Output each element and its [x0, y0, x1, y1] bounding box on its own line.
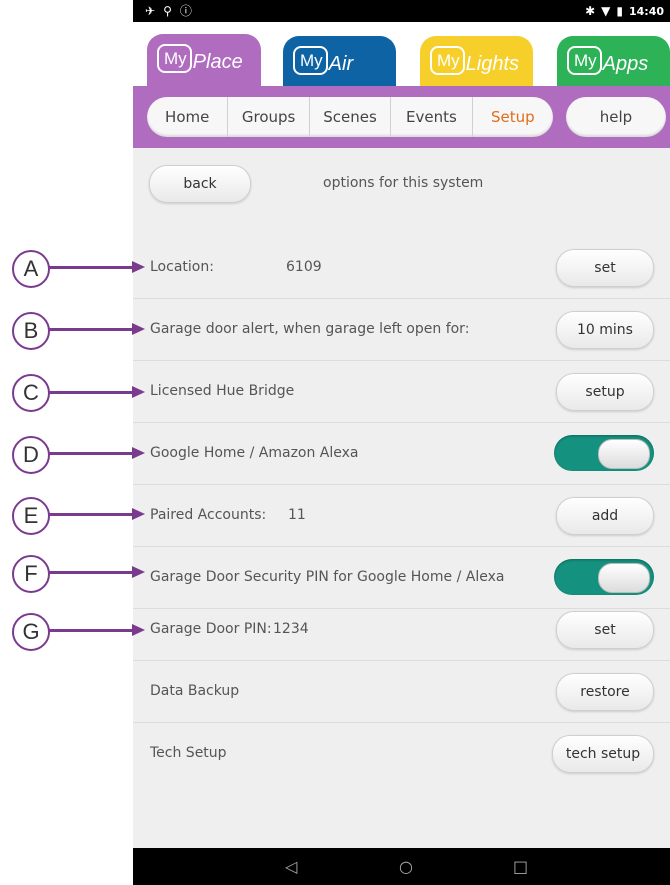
callout-g: G: [12, 613, 50, 651]
location-set-button[interactable]: set: [556, 249, 654, 287]
app-tab-mylights[interactable]: My Lights: [420, 36, 533, 88]
toggle-knob: [598, 563, 650, 593]
callout-f: F: [12, 555, 50, 593]
tab-home[interactable]: Home: [147, 97, 229, 137]
usb-icon: ⚲: [163, 4, 172, 18]
garage-pin-value: 1234: [273, 621, 309, 637]
callout-arrow: [49, 447, 145, 459]
tab-events[interactable]: Events: [391, 97, 473, 137]
setting-label: Garage Door PIN:: [150, 621, 272, 637]
setting-row-garage-alert: Garage door alert, when garage left open…: [133, 298, 670, 361]
nav-bar: Home Groups Scenes Events Setup help: [133, 86, 670, 148]
app-tabs: My Place My Air My Lights My Apps: [133, 22, 670, 90]
back-button[interactable]: back: [149, 165, 251, 203]
setting-label: Tech Setup: [150, 745, 227, 761]
myapps-logo: My Apps: [567, 46, 648, 75]
setting-row-location: Location: 6109 set: [133, 236, 670, 299]
app-tab-myplace[interactable]: My Place: [147, 34, 261, 90]
status-bar: ✈ ⚲ ⓘ ✱ ▼ ▮ 14:40: [133, 0, 670, 22]
app-tab-myair[interactable]: My Air: [283, 36, 396, 88]
setting-row-google-alexa: Google Home / Amazon Alexa: [133, 422, 670, 485]
callout-a: A: [12, 250, 50, 288]
myplace-logo: My Place: [157, 44, 243, 73]
setting-label: Data Backup: [150, 683, 240, 699]
info-icon: ⓘ: [179, 4, 192, 18]
tab-scenes[interactable]: Scenes: [310, 97, 392, 137]
callout-arrow: [49, 566, 145, 578]
nav-back-icon[interactable]: ◁: [285, 857, 297, 876]
tab-setup[interactable]: Setup: [473, 97, 553, 137]
callout-arrow: [49, 624, 145, 636]
garage-alert-duration-button[interactable]: 10 mins: [556, 311, 654, 349]
wifi-icon: ▼: [601, 4, 611, 18]
tech-setup-button[interactable]: tech setup: [552, 735, 654, 773]
callout-d: D: [12, 436, 50, 474]
setting-label: Location:: [150, 259, 214, 275]
setting-label: Paired Accounts:: [150, 507, 267, 523]
nav-tabs: Home Groups Scenes Events Setup: [147, 97, 553, 137]
callout-arrow: [49, 386, 145, 398]
nav-home-icon[interactable]: ○: [399, 857, 413, 876]
restore-button[interactable]: restore: [556, 673, 654, 711]
setting-label: Garage Door Security PIN for Google Home…: [150, 569, 505, 585]
nav-recents-icon[interactable]: □: [513, 857, 528, 876]
callout-arrow: [49, 261, 145, 273]
paired-accounts-count: 11: [288, 507, 306, 523]
garage-security-pin-toggle[interactable]: [554, 559, 654, 595]
setting-row-paired-accounts: Paired Accounts: 11 add: [133, 484, 670, 547]
callout-b: B: [12, 312, 50, 350]
app-tab-myapps[interactable]: My Apps: [557, 36, 670, 88]
callout-c: C: [12, 374, 50, 412]
setting-row-tech-setup: Tech Setup tech setup: [133, 722, 670, 784]
myair-logo: My Air: [293, 46, 353, 75]
callout-e: E: [12, 497, 50, 535]
battery-icon: ▮: [616, 4, 623, 18]
airplane-signal-icon: ✈: [145, 4, 156, 18]
callout-arrow: [49, 508, 145, 520]
page-title: options for this system: [323, 175, 484, 191]
location-value: 6109: [286, 259, 322, 275]
setting-label: Garage door alert, when garage left open…: [150, 321, 470, 337]
mylights-logo: My Lights: [430, 46, 519, 75]
setting-row-garage-pin: Garage Door PIN: 1234 set: [133, 598, 670, 661]
hue-bridge-setup-button[interactable]: setup: [556, 373, 654, 411]
device-screen: ✈ ⚲ ⓘ ✱ ▼ ▮ 14:40 My Place My Air My Lights: [133, 0, 670, 885]
setting-row-hue-bridge: Licensed Hue Bridge setup: [133, 360, 670, 423]
google-alexa-toggle[interactable]: [554, 435, 654, 471]
help-button[interactable]: help: [566, 97, 666, 137]
callout-arrow: [49, 323, 145, 335]
garage-pin-set-button[interactable]: set: [556, 611, 654, 649]
setting-label: Google Home / Amazon Alexa: [150, 445, 359, 461]
android-nav-bar: ◁ ○ □: [133, 848, 670, 885]
add-account-button[interactable]: add: [556, 497, 654, 535]
status-time: 14:40: [628, 4, 664, 18]
setting-row-data-backup: Data Backup restore: [133, 660, 670, 723]
bluetooth-icon: ✱: [585, 4, 596, 18]
tab-groups[interactable]: Groups: [228, 97, 310, 137]
toggle-knob: [598, 439, 650, 469]
setting-label: Licensed Hue Bridge: [150, 383, 295, 399]
